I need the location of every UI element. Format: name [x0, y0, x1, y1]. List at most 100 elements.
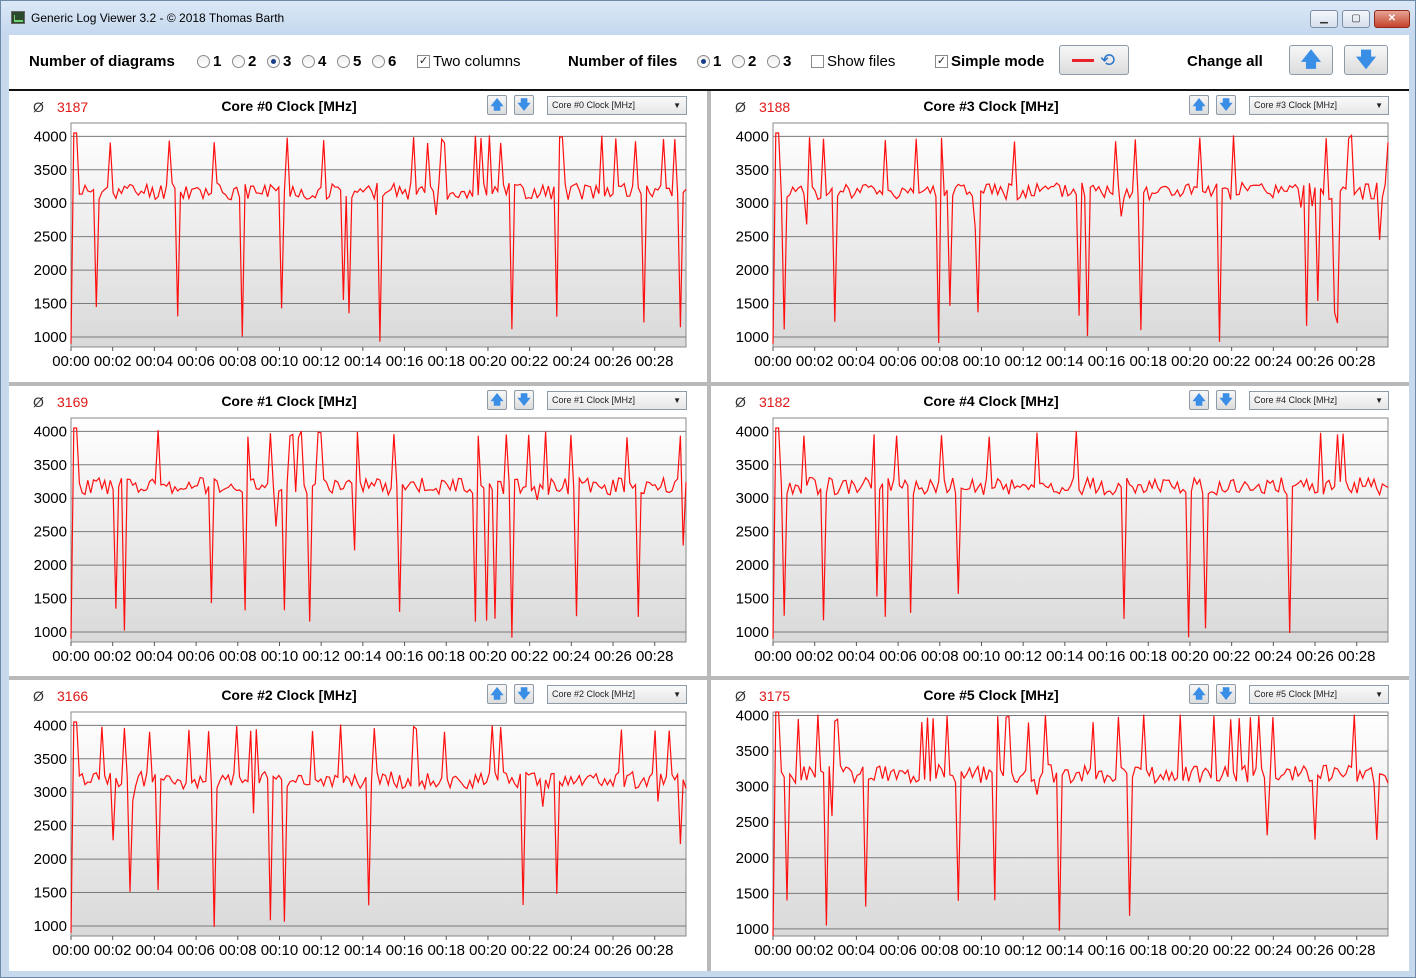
line-style-button[interactable]: ⟲ — [1059, 45, 1129, 75]
average-symbol: Ø — [33, 688, 44, 704]
move-down-button[interactable]: 🡇 — [514, 95, 534, 115]
title-bar[interactable]: Generic Log Viewer 3.2 - © 2018 Thomas B… — [1, 1, 1415, 35]
x-tick-label: 00:18 — [427, 353, 465, 370]
change-all-up-button[interactable]: 🡅 — [1289, 45, 1333, 75]
chevron-down-icon: ▼ — [1375, 396, 1383, 405]
x-tick-label: 00:20 — [469, 942, 507, 959]
average-value: 3166 — [57, 688, 89, 704]
row-divider — [9, 676, 707, 680]
arrow-down-icon: 🡇 — [1219, 392, 1233, 407]
move-up-button[interactable]: 🡅 — [487, 390, 507, 410]
app-icon — [11, 11, 25, 24]
sensor-select[interactable]: Core #4 Clock [MHz] ▼ — [1249, 391, 1389, 410]
x-tick-label: 00:28 — [1338, 648, 1376, 665]
diagrams-radio-5[interactable] — [337, 55, 350, 68]
move-down-button[interactable]: 🡇 — [514, 390, 534, 410]
y-tick-label: 3500 — [34, 162, 67, 179]
x-tick-label: 00:08 — [921, 353, 959, 370]
sensor-select[interactable]: Core #5 Clock [MHz] ▼ — [1249, 685, 1389, 704]
sensor-select[interactable]: Core #0 Clock [MHz] ▼ — [547, 96, 687, 115]
x-tick-label: 00:28 — [636, 648, 674, 665]
files-label: Number of files — [568, 53, 678, 70]
sensor-select-value: Core #0 Clock [MHz] — [552, 100, 636, 110]
x-tick-label: 00:10 — [261, 942, 299, 959]
y-tick-label: 1000 — [736, 921, 769, 938]
toolbar: Number of diagrams 1 2 3 4 5 6 ✓ Two col… — [9, 35, 1409, 91]
move-down-button[interactable]: 🡇 — [1216, 95, 1236, 115]
change-all-down-button[interactable]: 🡇 — [1344, 45, 1388, 75]
diagram-panel-core5: 1000 1500 2000 2500 3000 3500 4000 00:00 00:02 00… — [711, 680, 1409, 971]
files-radio-1[interactable] — [697, 55, 710, 68]
diagram-panel-core2: 1000 1500 2000 2500 3000 3500 4000 00:00 00:02 00… — [9, 680, 707, 971]
y-tick-label: 2500 — [34, 524, 67, 541]
sensor-select[interactable]: Core #2 Clock [MHz] ▼ — [547, 685, 687, 704]
diagrams-radio-6[interactable] — [372, 55, 385, 68]
x-tick-label: 00:02 — [94, 353, 132, 370]
diagrams-radio-2[interactable] — [232, 55, 245, 68]
window-title: Generic Log Viewer 3.2 - © 2018 Thomas B… — [31, 11, 285, 25]
arrow-up-icon: 🡅 — [490, 686, 504, 701]
minimize-button[interactable]: ▁ — [1310, 10, 1338, 28]
x-tick-label: 00:06 — [879, 648, 917, 665]
average-value: 3175 — [759, 688, 791, 704]
y-tick-label: 2000 — [34, 557, 67, 574]
y-tick-label: 3500 — [34, 457, 67, 474]
two-columns-label: Two columns — [433, 53, 521, 70]
x-tick-label: 00:02 — [94, 942, 132, 959]
two-columns-checkbox[interactable]: ✓ — [417, 55, 430, 68]
x-tick-label: 00:10 — [963, 648, 1001, 665]
y-tick-label: 3000 — [736, 490, 769, 507]
y-tick-label: 3500 — [736, 162, 769, 179]
move-down-button[interactable]: 🡇 — [1216, 684, 1236, 704]
x-tick-label: 00:04 — [136, 353, 174, 370]
line-chart: 100015002000250030003500400000:00 00:02 00… — [736, 708, 1389, 959]
diagrams-radio-6-label: 6 — [388, 53, 397, 70]
x-tick-label: 00:14 — [1046, 648, 1084, 665]
show-files-checkbox[interactable] — [811, 55, 824, 68]
close-button[interactable]: ✕ — [1374, 10, 1410, 28]
average-value: 3188 — [759, 99, 791, 115]
y-tick-label: 4000 — [34, 423, 67, 440]
x-tick-label: 00:20 — [1171, 648, 1209, 665]
move-up-button[interactable]: 🡅 — [1189, 390, 1209, 410]
files-radio-2[interactable] — [732, 55, 745, 68]
diagrams-radio-1[interactable] — [197, 55, 210, 68]
move-down-button[interactable]: 🡇 — [514, 684, 534, 704]
x-tick-label: 00:20 — [1171, 942, 1209, 959]
diagrams-radio-4[interactable] — [302, 55, 315, 68]
refresh-icon: ⟲ — [1100, 50, 1116, 70]
simple-mode-checkbox[interactable]: ✓ — [935, 55, 948, 68]
x-tick-label: 00:00 — [754, 942, 792, 959]
x-tick-label: 00:00 — [754, 648, 792, 665]
x-tick-label: 00:06 — [879, 353, 917, 370]
x-tick-label: 00:24 — [553, 648, 591, 665]
x-tick-label: 00:18 — [1129, 648, 1167, 665]
arrow-up-icon: 🡅 — [1192, 686, 1206, 701]
x-tick-label: 00:14 — [344, 648, 382, 665]
line-chart: 100015002000250030003500400000:00 00:02 00… — [34, 417, 687, 665]
move-up-button[interactable]: 🡅 — [487, 684, 507, 704]
x-tick-label: 00:18 — [427, 942, 465, 959]
x-tick-label: 00:22 — [1213, 353, 1251, 370]
arrow-down-icon: 🡇 — [1219, 686, 1233, 701]
chevron-down-icon: ▼ — [1375, 690, 1383, 699]
x-tick-label: 00:02 — [94, 648, 132, 665]
sensor-select[interactable]: Core #3 Clock [MHz] ▼ — [1249, 96, 1389, 115]
x-tick-label: 00:24 — [553, 942, 591, 959]
files-radio-3[interactable] — [767, 55, 780, 68]
diagrams-radio-3[interactable] — [267, 55, 280, 68]
sensor-select-value: Core #4 Clock [MHz] — [1254, 395, 1338, 405]
y-tick-label: 3500 — [736, 457, 769, 474]
move-down-button[interactable]: 🡇 — [1216, 390, 1236, 410]
sensor-select[interactable]: Core #1 Clock [MHz] ▼ — [547, 391, 687, 410]
diagram-title: Core #0 Clock [MHz] — [221, 98, 357, 114]
y-tick-label: 1500 — [736, 885, 769, 902]
y-tick-label: 3000 — [34, 784, 67, 801]
maximize-button[interactable]: ▢ — [1342, 10, 1370, 28]
move-up-button[interactable]: 🡅 — [1189, 684, 1209, 704]
move-up-button[interactable]: 🡅 — [487, 95, 507, 115]
x-tick-label: 00:12 — [302, 942, 340, 959]
x-tick-label: 00:04 — [136, 942, 174, 959]
move-up-button[interactable]: 🡅 — [1189, 95, 1209, 115]
x-tick-label: 00:00 — [754, 353, 792, 370]
